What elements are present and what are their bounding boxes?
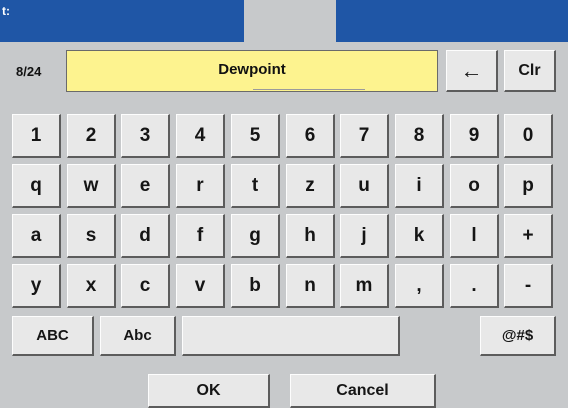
key-row3-3[interactable]: f [176, 214, 225, 258]
title-bar-right [336, 0, 568, 42]
title-bar-gap [244, 0, 336, 42]
key-row2-8[interactable]: o [450, 164, 499, 208]
key-row1-2[interactable]: 3 [121, 114, 170, 158]
key-row4-9[interactable]: - [504, 264, 553, 308]
key-row4-6[interactable]: m [340, 264, 389, 308]
key-row1-5[interactable]: 6 [286, 114, 335, 158]
uppercase-mode-button[interactable]: ABC [12, 316, 94, 356]
cancel-button[interactable]: Cancel [290, 374, 436, 408]
key-row2-5[interactable]: z [286, 164, 335, 208]
key-row1-4[interactable]: 5 [231, 114, 280, 158]
key-row1-3[interactable]: 4 [176, 114, 225, 158]
char-counter: 8/24 [16, 64, 42, 79]
key-row3-6[interactable]: j [340, 214, 389, 258]
key-row4-0[interactable]: y [12, 264, 61, 308]
title-bar: t: [0, 0, 568, 42]
space-bar[interactable] [182, 316, 400, 356]
ok-button[interactable]: OK [148, 374, 270, 408]
key-row2-3[interactable]: r [176, 164, 225, 208]
key-row3-9[interactable]: + [504, 214, 553, 258]
clear-button[interactable]: Clr [504, 50, 556, 92]
key-row2-6[interactable]: u [340, 164, 389, 208]
key-row4-8[interactable]: . [450, 264, 499, 308]
key-row2-0[interactable]: q [12, 164, 61, 208]
key-row2-2[interactable]: e [121, 164, 170, 208]
key-row1-6[interactable]: 7 [340, 114, 389, 158]
key-row1-1[interactable]: 2 [67, 114, 116, 158]
backspace-button[interactable]: ← [446, 50, 498, 92]
key-row2-1[interactable]: w [67, 164, 116, 208]
title-bar-left [0, 0, 244, 42]
key-row2-4[interactable]: t [231, 164, 280, 208]
key-row4-2[interactable]: c [121, 264, 170, 308]
window-title: t: [2, 4, 10, 18]
key-row4-1[interactable]: x [67, 264, 116, 308]
key-row3-1[interactable]: s [67, 214, 116, 258]
text-input-value: Dewpoint [218, 61, 286, 78]
key-row4-5[interactable]: n [286, 264, 335, 308]
key-row4-3[interactable]: v [176, 264, 225, 308]
text-input[interactable]: Dewpoint [66, 50, 438, 92]
key-row3-4[interactable]: g [231, 214, 280, 258]
text-caret [253, 89, 365, 90]
key-row3-0[interactable]: a [12, 214, 61, 258]
key-row3-5[interactable]: h [286, 214, 335, 258]
capitalize-mode-button[interactable]: Abc [100, 316, 176, 356]
key-row3-7[interactable]: k [395, 214, 444, 258]
key-row1-8[interactable]: 9 [450, 114, 499, 158]
key-row1-7[interactable]: 8 [395, 114, 444, 158]
symbols-mode-button[interactable]: @#$ [480, 316, 556, 356]
key-row2-9[interactable]: p [504, 164, 553, 208]
key-row1-9[interactable]: 0 [504, 114, 553, 158]
key-row1-0[interactable]: 1 [12, 114, 61, 158]
key-row2-7[interactable]: i [395, 164, 444, 208]
key-row3-2[interactable]: d [121, 214, 170, 258]
key-row4-4[interactable]: b [231, 264, 280, 308]
key-row3-8[interactable]: l [450, 214, 499, 258]
key-row4-7[interactable]: , [395, 264, 444, 308]
